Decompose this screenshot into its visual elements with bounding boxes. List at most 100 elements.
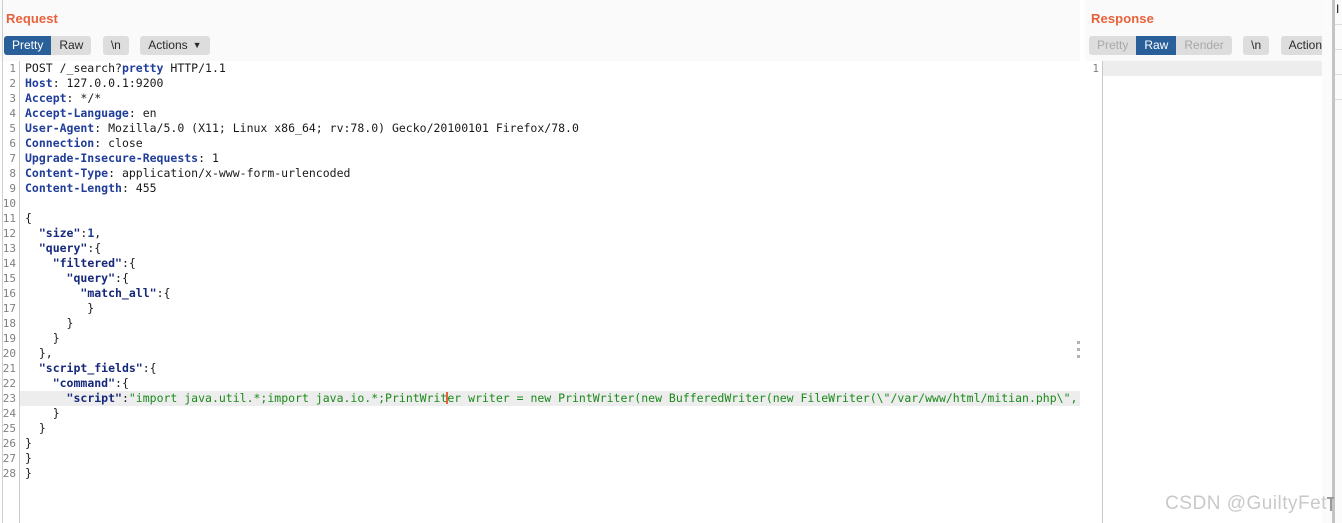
request-code-token: Connection bbox=[25, 136, 95, 150]
response-code-area[interactable] bbox=[1103, 61, 1322, 523]
response-code-line[interactable] bbox=[1103, 61, 1322, 76]
request-code-line[interactable]: } bbox=[20, 301, 1080, 316]
request-code-line[interactable]: "command":{ bbox=[20, 376, 1080, 391]
request-code-line[interactable]: "script_fields":{ bbox=[20, 361, 1080, 376]
response-line-gutter: 1 bbox=[1085, 61, 1103, 523]
request-code-token: "match_all" bbox=[80, 286, 157, 300]
request-code-line[interactable]: } bbox=[20, 406, 1080, 421]
request-code-token: Content-Type bbox=[25, 166, 109, 180]
right-strip-divider[interactable] bbox=[1332, 0, 1335, 523]
request-code-line[interactable]: Content-Length: 455 bbox=[20, 181, 1080, 196]
request-code-line[interactable]: "match_all":{ bbox=[20, 286, 1080, 301]
request-code-token: : en bbox=[128, 106, 157, 120]
request-code-token: "query" bbox=[66, 271, 116, 285]
request-code-token: : 1 bbox=[198, 151, 219, 165]
request-code-token: } bbox=[25, 436, 32, 450]
request-code-line[interactable]: User-Agent: Mozilla/5.0 (X11; Linux x86_… bbox=[20, 121, 1080, 136]
request-panel-header: Request bbox=[0, 0, 1080, 36]
request-code-line[interactable] bbox=[20, 196, 1080, 211]
request-code-token: "import java.util.*;import java.io.*;Pri… bbox=[128, 391, 448, 405]
request-code-line[interactable]: "query":{ bbox=[20, 271, 1080, 286]
request-code-token: { bbox=[25, 211, 32, 225]
request-code-token: :{ bbox=[121, 256, 136, 270]
request-code-line[interactable]: "script":"import java.util.*;import java… bbox=[20, 391, 1080, 406]
request-code-token bbox=[25, 286, 80, 300]
request-code-line[interactable]: Connection: close bbox=[20, 136, 1080, 151]
request-actions-button[interactable]: Actions ▼ bbox=[140, 36, 210, 55]
request-code-line[interactable]: } bbox=[20, 466, 1080, 481]
request-line-gutter: 1 2 3 4 5 6 7 8 9 10 11 12 13 14 15 16 17 18 19 20 21 22 23 24 2… bbox=[0, 61, 20, 523]
request-code-line[interactable]: Accept: */* bbox=[20, 91, 1080, 106]
request-code-token: : bbox=[121, 391, 129, 405]
request-newline-button[interactable]: \n bbox=[102, 36, 129, 55]
request-view-mode-group[interactable]: Pretty Raw bbox=[4, 36, 92, 55]
request-code-token: Accept bbox=[25, 91, 67, 105]
request-code-token: Accept-Language bbox=[25, 106, 129, 120]
request-code-line[interactable]: } bbox=[20, 316, 1080, 331]
request-code-token bbox=[25, 361, 39, 375]
request-code-line[interactable]: } bbox=[20, 331, 1080, 346]
request-code-token bbox=[25, 376, 53, 390]
request-code-line[interactable]: "filtered":{ bbox=[20, 256, 1080, 271]
request-code-area[interactable]: POST /_search?pretty HTTP/1.1 Host: 127.0… bbox=[20, 61, 1080, 523]
request-code-line[interactable]: { bbox=[20, 211, 1080, 226]
response-panel: Response PrettyRawRender \n Actions▼ 1 bbox=[1085, 0, 1342, 523]
request-view-raw-button[interactable]: Raw bbox=[51, 36, 92, 55]
response-newline-button[interactable]: \n bbox=[1243, 36, 1270, 55]
request-code-token bbox=[25, 256, 53, 270]
request-code-token bbox=[25, 271, 67, 285]
request-code-token: } bbox=[25, 331, 60, 345]
request-code-token: :{ bbox=[87, 241, 102, 255]
response-view-mode-group[interactable]: Pretty Raw Render bbox=[1089, 36, 1232, 55]
request-code-token: "script" bbox=[66, 391, 122, 405]
request-code-token: , bbox=[94, 226, 102, 240]
request-code-line[interactable]: "query":{ bbox=[20, 241, 1080, 256]
request-code-token: pretty bbox=[121, 61, 164, 75]
request-code-line[interactable]: Content-Type: application/x-www-form-url… bbox=[20, 166, 1080, 181]
request-view-pretty-button[interactable]: Pretty bbox=[4, 36, 52, 55]
request-code-line[interactable]: Accept-Language: en bbox=[20, 106, 1080, 121]
request-code-line[interactable]: } bbox=[20, 451, 1080, 466]
request-code-line[interactable]: Host: 127.0.0.1:9200 bbox=[20, 76, 1080, 91]
request-code-token: } bbox=[25, 316, 74, 330]
response-line-number: 1 bbox=[1092, 62, 1099, 75]
request-code-token: } bbox=[25, 466, 32, 480]
request-code-token: HTTP/1.1 bbox=[163, 61, 226, 75]
right-side-strip: I bbox=[1322, 0, 1342, 523]
request-code-line[interactable]: "size":1, bbox=[20, 226, 1080, 241]
request-code-token: :{ bbox=[156, 286, 171, 300]
request-code-line[interactable]: } bbox=[20, 436, 1080, 451]
request-code-token: "script_fields" bbox=[38, 361, 143, 375]
response-editor[interactable]: 1 bbox=[1085, 61, 1322, 523]
request-code-token: User-Agent bbox=[25, 121, 95, 135]
request-code-token: } bbox=[25, 451, 32, 465]
request-code-token: "filtered" bbox=[52, 256, 122, 270]
request-code-token: : application/x-www-form-urlencoded bbox=[108, 166, 351, 180]
response-title: Response bbox=[1091, 11, 1154, 26]
request-code-line[interactable]: Upgrade-Insecure-Requests: 1 bbox=[20, 151, 1080, 166]
request-drag-grip[interactable] bbox=[1077, 341, 1080, 362]
request-code-line[interactable]: POST /_search?pretty HTTP/1.1 bbox=[20, 61, 1080, 76]
request-panel: Request Pretty Raw \n Actions ▼ 1234567891… bbox=[0, 0, 1080, 523]
request-code-token: : close bbox=[94, 136, 143, 150]
right-strip-label: I bbox=[1336, 2, 1340, 16]
request-editor[interactable]: 1 2 3 4 5 6 7 8 9 10 11 12 13 14 15 16 17 18 19 20 21 22 23 24 2… bbox=[0, 61, 1080, 523]
response-toolbar: PrettyRawRender \n Actions▼ bbox=[1085, 36, 1342, 61]
request-code-token: POST /_search? bbox=[25, 61, 122, 75]
request-code-line[interactable]: }, bbox=[20, 346, 1080, 361]
request-code-line[interactable]: } bbox=[20, 421, 1080, 436]
request-code-token: : Mozilla/5.0 (X11; Linux x86_64; rv:78.… bbox=[94, 121, 579, 135]
response-view-render-button[interactable]: Render bbox=[1176, 36, 1232, 55]
request-code-token: :{ bbox=[142, 361, 157, 375]
request-code-token: : */* bbox=[66, 91, 102, 105]
request-code-token: : 127.0.0.1:9200 bbox=[52, 76, 164, 90]
request-code-token bbox=[25, 391, 67, 405]
request-code-token: er writer = new PrintWriter(new Buffered… bbox=[447, 391, 1080, 405]
response-view-pretty-button[interactable]: Pretty bbox=[1089, 36, 1137, 55]
response-view-raw-button[interactable]: Raw bbox=[1136, 36, 1177, 55]
chevron-down-icon: ▼ bbox=[192, 40, 202, 50]
request-code-token: "query" bbox=[38, 241, 88, 255]
right-strip-row-line bbox=[1335, 49, 1342, 50]
request-code-token: :{ bbox=[115, 376, 129, 390]
request-code-token: Upgrade-Insecure-Requests bbox=[25, 151, 199, 165]
